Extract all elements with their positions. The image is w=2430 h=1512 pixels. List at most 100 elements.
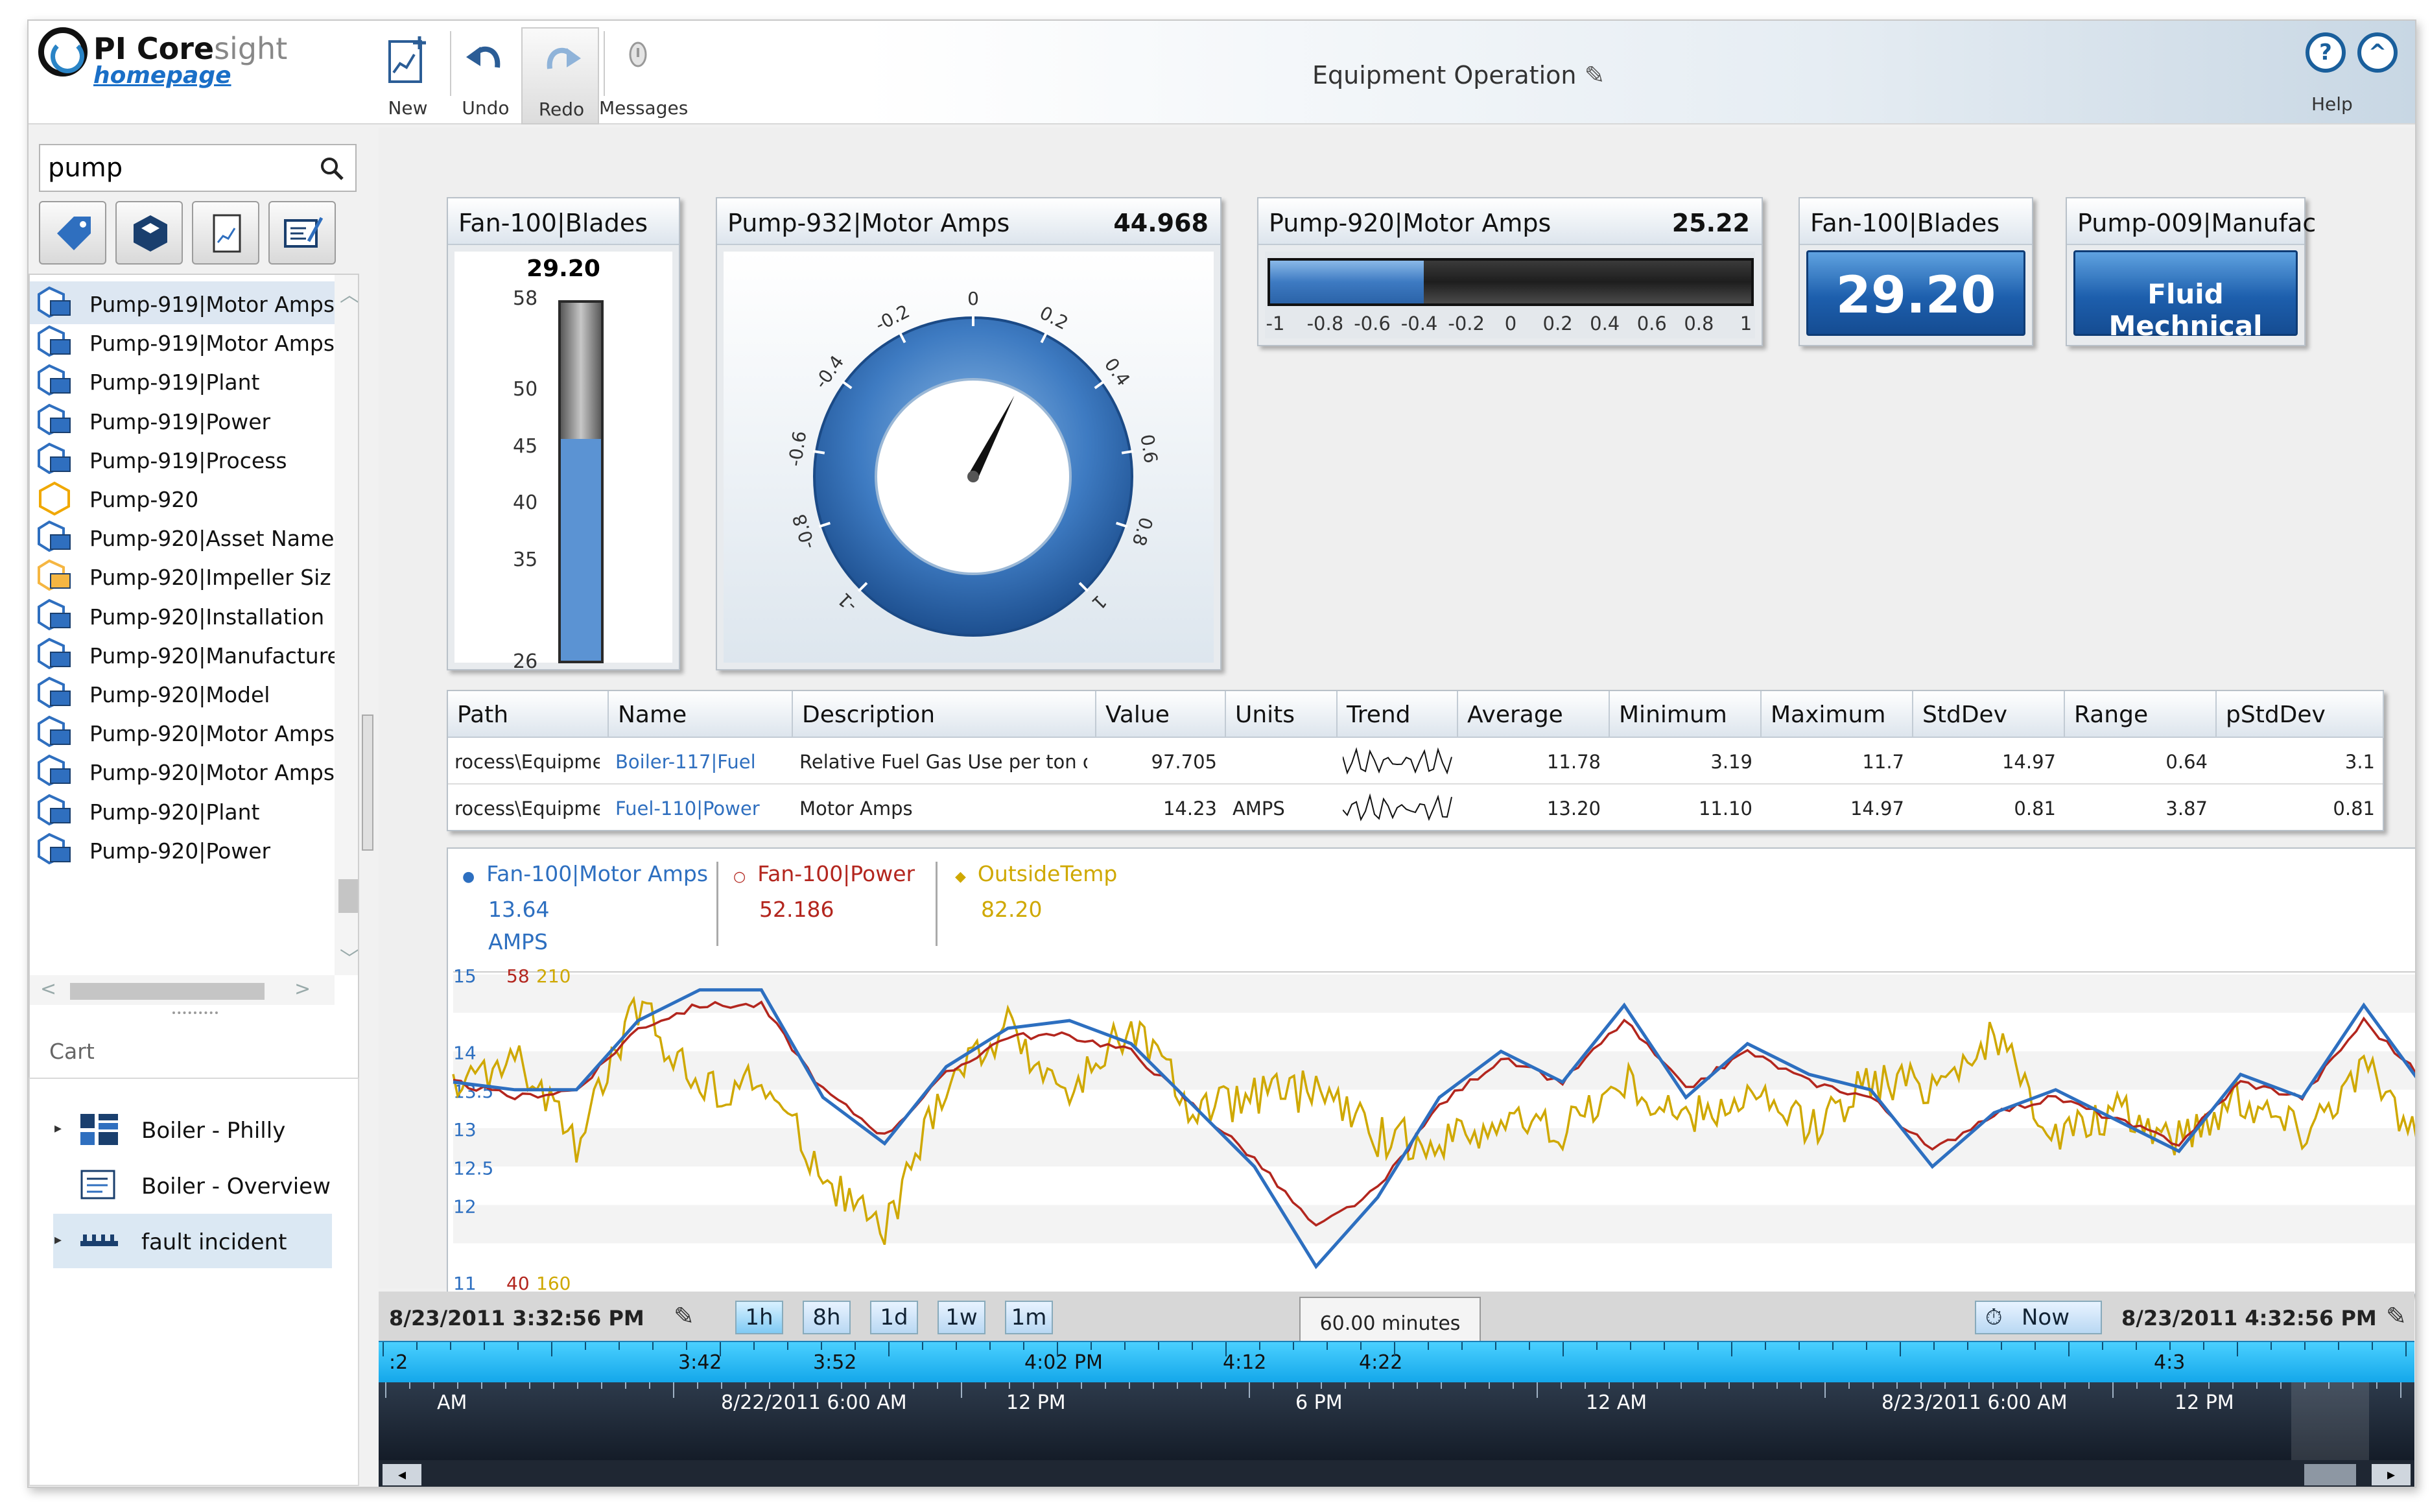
range-button-1h[interactable]: 1h	[735, 1301, 783, 1334]
symbol-title: Fan-100|Blades	[1810, 209, 1999, 237]
search-result-item[interactable]: Pump-919|Motor Amps	[30, 320, 335, 363]
search-box[interactable]	[39, 144, 357, 192]
timeline-scroll-thumb[interactable]	[2304, 1464, 2356, 1485]
column-header[interactable]: Trend	[1338, 691, 1458, 738]
edit-start-pencil-icon[interactable]: ✎	[674, 1302, 694, 1330]
asset-filter-button[interactable]	[115, 201, 183, 265]
search-result-item[interactable]: Pump-920|Model	[30, 672, 335, 715]
radial-gauge-symbol[interactable]: Pump-932|Motor Amps 44.968 -1 -0.8 -0.6 -0.…	[716, 197, 1221, 670]
results-vertical-scrollbar[interactable]: ︿ ﹀	[335, 275, 358, 975]
cart-item[interactable]: ▸ Boiler - Philly	[53, 1102, 332, 1157]
scroll-left-icon[interactable]: <	[40, 978, 56, 1000]
scroll-right-icon[interactable]: >	[294, 978, 311, 1000]
timeline-right-icon[interactable]: ▸	[2372, 1464, 2411, 1485]
scroll-down-icon[interactable]: ﹀	[340, 943, 358, 971]
new-button[interactable]: New	[369, 27, 447, 124]
trend-symbol[interactable]: ● Fan-100|Motor Amps 13.64 AMPS ○ Fan-100|Pow…	[447, 847, 2415, 1295]
grid-band	[453, 1128, 2415, 1167]
column-header[interactable]: Value	[1096, 691, 1226, 738]
search-result-item[interactable]: Pump-919|Power	[30, 399, 335, 442]
column-header[interactable]: Average	[1458, 691, 1610, 738]
attribute-filter-button[interactable]	[268, 201, 336, 265]
search-icon[interactable]	[319, 156, 345, 182]
ruler-tick	[2400, 1382, 2401, 1398]
cart-item[interactable]: Boiler - Overview	[53, 1158, 332, 1212]
column-header[interactable]: StdDev	[1913, 691, 2065, 738]
range-button-1d[interactable]: 1d	[870, 1301, 918, 1334]
range-button-1w[interactable]: 1w	[938, 1301, 985, 1334]
help-button[interactable]: ?	[2306, 32, 2346, 73]
cell-name[interactable]: Fuel-110|Power	[615, 797, 784, 840]
results-horizontal-scrollbar[interactable]: < >	[30, 975, 335, 1005]
range-button-1m[interactable]: 1m	[1005, 1301, 1053, 1334]
search-result-item[interactable]: Pump-920|Plant	[30, 789, 335, 832]
undo-button[interactable]: Undo	[447, 27, 525, 124]
column-header[interactable]: Maximum	[1762, 691, 1913, 738]
column-header[interactable]: Description	[793, 691, 1096, 738]
search-input[interactable]	[48, 150, 314, 185]
search-result-item[interactable]: Pump-920|Power	[30, 828, 335, 871]
homepage-link[interactable]: homepage	[93, 62, 231, 89]
ruler-tick	[913, 1382, 914, 1389]
timeline-scrollbar[interactable]: ◂ ▸	[379, 1460, 2414, 1487]
ruler-tick	[2169, 1342, 2171, 1350]
scroll-up-icon[interactable]: ︿	[340, 279, 358, 307]
grid-band	[453, 1166, 2415, 1205]
cart-item[interactable]: ▸ fault incident	[53, 1214, 332, 1268]
end-time[interactable]: 8/23/2011 4:32:56 PM	[2121, 1306, 2377, 1330]
search-result-item[interactable]: Pump-920|Motor Amps	[30, 711, 335, 753]
tag-filter-button[interactable]	[39, 201, 106, 265]
data-table-symbol[interactable]: Path Name Description Value Units Trend Averag…	[447, 690, 2384, 831]
search-result-item[interactable]: Pump-919|Process	[30, 438, 335, 480]
coarse-time-ruler[interactable]: AM 8/22/2011 6:00 AM 12 PM 6 PM 12 AM 8/23/20…	[379, 1382, 2414, 1460]
now-button[interactable]: ⏱ Now	[1975, 1301, 2102, 1334]
search-result-item[interactable]: Pump-920|Asset Name	[30, 515, 335, 558]
search-result-item[interactable]: Pump-920|Installation	[30, 594, 335, 637]
value-symbol-blades[interactable]: Fan-100|Blades 29.20	[1799, 197, 2033, 346]
messages-button[interactable]: Messages	[599, 27, 688, 124]
range-button-8h[interactable]: 8h	[803, 1301, 851, 1334]
search-result-item[interactable]: Pump-920|Impeller Siz	[30, 554, 335, 597]
ruler-tick	[1896, 1382, 1898, 1389]
cell-range: 3.87	[2165, 797, 2208, 820]
horizontal-bar-symbol[interactable]: Pump-920|Motor Amps 25.22 -1 -0.8 -0.6 -0.4…	[1257, 197, 1763, 346]
results-hscroll-thumb[interactable]	[70, 983, 265, 1000]
value-symbol-manufacturer[interactable]: Pump-009|Manufac Fluid Mechnical	[2066, 197, 2316, 346]
redo-button[interactable]: Redo	[521, 27, 599, 124]
ruler-tick	[585, 1342, 586, 1350]
column-header[interactable]: Path	[448, 691, 609, 738]
gauge-tick-mark	[1121, 449, 1134, 455]
search-result-item[interactable]: Pump-920|Manufacture	[30, 633, 340, 676]
column-header[interactable]: Name	[609, 691, 793, 738]
expand-arrow-icon[interactable]: ▸	[54, 1232, 62, 1248]
vertical-bar-symbol[interactable]: Fan-100|Blades 29.20 58 50 45 40 35 26	[447, 197, 680, 673]
collapse-header-button[interactable]: ^	[2357, 32, 2398, 73]
fine-time-ruler[interactable]: :2 3:42 3:52 4:02 PM 4:12 4:22 4:3	[379, 1341, 2414, 1382]
column-header[interactable]: Range	[2065, 691, 2217, 738]
edit-end-pencil-icon[interactable]: ✎	[2386, 1302, 2407, 1330]
pane-splitter-grip[interactable]	[172, 1011, 218, 1021]
search-result-item[interactable]: Pump-920|Motor Amps	[30, 750, 335, 792]
coarse-tick-label: AM	[437, 1391, 467, 1414]
search-result-item[interactable]: Pump-919|Motor Amps	[30, 281, 335, 324]
column-header[interactable]: Minimum	[1610, 691, 1762, 738]
start-time[interactable]: 8/23/2011 3:32:56 PM	[389, 1306, 644, 1330]
search-result-item[interactable]: Pump-920	[30, 477, 335, 519]
results-scroll-thumb[interactable]	[338, 879, 358, 913]
search-result-item[interactable]: Pump-919|Plant	[30, 359, 335, 402]
column-header[interactable]: pStdDev	[2217, 691, 2384, 738]
gauge-tick-label: -1	[833, 589, 861, 617]
visible-range-window[interactable]	[2291, 1382, 2369, 1460]
display-filter-button[interactable]	[192, 201, 259, 265]
sidebar-collapse-handle[interactable]	[362, 715, 373, 851]
table-row[interactable]: rocess\EquipmentFuel-110|PowerMotor Amps…	[448, 786, 2383, 831]
edit-title-icon[interactable]: ✎	[1585, 61, 1605, 89]
search-result-label: Pump-920|Motor Amps	[89, 760, 335, 786]
timeline-left-icon[interactable]: ◂	[383, 1464, 421, 1485]
ruler-tick	[841, 1382, 842, 1389]
table-row[interactable]: rocess\EquipmentBoiler-117|FuelRelative …	[448, 739, 2383, 785]
column-header[interactable]: Units	[1226, 691, 1338, 738]
expand-arrow-icon[interactable]: ▸	[54, 1120, 62, 1137]
ruler-tick	[1633, 1382, 1634, 1389]
search-result-label: Pump-919|Power	[89, 408, 271, 434]
